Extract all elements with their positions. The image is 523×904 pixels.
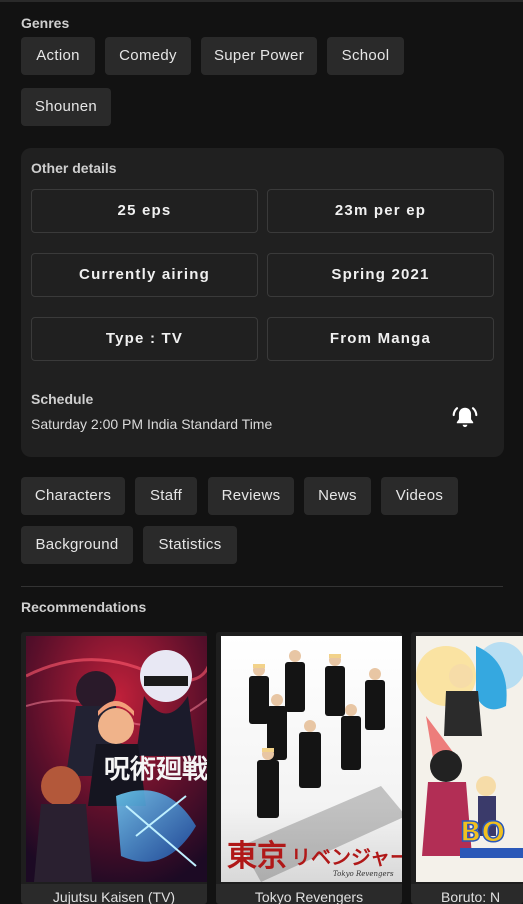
recommendation-card[interactable]: BO Boruto: N	[411, 632, 523, 904]
svg-text:呪術廻戦: 呪術廻戦	[104, 755, 207, 785]
tab-background[interactable]: Background	[21, 526, 133, 564]
svg-text:リベンジャーズ: リベンジャーズ	[291, 845, 402, 869]
recommendation-title: Tokyo Revengers	[216, 884, 402, 904]
genre-chip-comedy[interactable]: Comedy	[105, 37, 191, 75]
tab-news[interactable]: News	[304, 477, 371, 515]
tab-reviews[interactable]: Reviews	[208, 477, 294, 515]
svg-text:東京: 東京	[227, 839, 287, 874]
recommendation-title: Boruto: N	[411, 884, 523, 904]
detail-duration: 23m per ep	[267, 189, 494, 233]
recommendation-title: Jujutsu Kaisen (TV)	[21, 884, 207, 904]
detail-season: Spring 2021	[267, 253, 494, 297]
detail-source: From Manga	[267, 317, 494, 361]
tab-staff[interactable]: Staff	[135, 477, 197, 515]
poster-image: 東京 リベンジャーズ Tokyo Revengers	[221, 636, 402, 882]
genre-chip-super-power[interactable]: Super Power	[201, 37, 317, 75]
detail-episodes: 25 eps	[31, 189, 258, 233]
other-details-title: Other details	[31, 160, 117, 176]
schedule-label: Schedule	[31, 391, 94, 407]
genres-title: Genres	[21, 15, 70, 31]
detail-status: Currently airing	[31, 253, 258, 297]
bell-alert-icon[interactable]	[451, 404, 479, 432]
genre-chip-action[interactable]: Action	[21, 37, 95, 75]
top-divider	[0, 0, 523, 2]
tab-characters[interactable]: Characters	[21, 477, 125, 515]
genre-chip-shounen[interactable]: Shounen	[21, 88, 111, 126]
poster-image: BO	[416, 636, 523, 882]
tab-videos[interactable]: Videos	[381, 477, 458, 515]
other-details-card: Other details 25 eps 23m per ep Currentl…	[21, 148, 504, 457]
schedule-text: Saturday 2:00 PM India Standard Time	[31, 416, 273, 432]
detail-type: Type : TV	[31, 317, 258, 361]
section-divider	[21, 586, 503, 587]
svg-text:Tokyo Revengers: Tokyo Revengers	[333, 870, 394, 878]
svg-text:BO: BO	[460, 815, 505, 848]
recommendation-card[interactable]: 東京 リベンジャーズ Tokyo Revengers Tokyo Revenge…	[216, 632, 402, 904]
tab-statistics[interactable]: Statistics	[143, 526, 237, 564]
recommendation-card[interactable]: 呪術廻戦 Jujutsu Kaisen (TV)	[21, 632, 207, 904]
poster-image: 呪術廻戦	[26, 636, 207, 882]
recommendations-title: Recommendations	[21, 599, 147, 615]
genre-chip-school[interactable]: School	[327, 37, 404, 75]
